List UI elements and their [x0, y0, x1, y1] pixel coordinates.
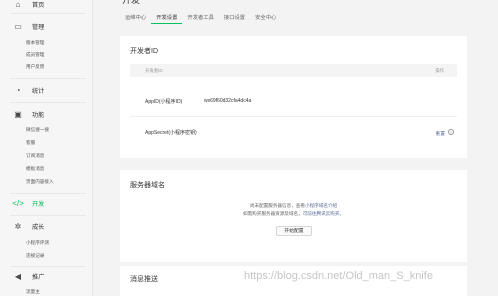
megaphone-icon: ◀ — [14, 271, 22, 281]
nav-growth[interactable]: ✲ 成长 — [0, 219, 93, 233]
nav-features[interactable]: ▣ 功能 — [0, 107, 93, 121]
tab-dev-settings[interactable]: 开发设置 — [151, 10, 183, 24]
nav-promote[interactable]: ◀ 推广 — [0, 269, 93, 283]
tab-security-center[interactable]: 安全中心 — [250, 10, 281, 24]
cube-icon: ▣ — [14, 109, 22, 119]
home-icon: ⌂ — [15, 0, 21, 9]
appid-label: AppID(小程序ID) — [145, 99, 183, 105]
start-config-button[interactable]: 开始配置 — [276, 226, 312, 236]
nav-develop[interactable]: </> 开发 — [0, 196, 93, 210]
nav-item-customer-service[interactable]: 客服 — [26, 140, 35, 146]
nav-manage-label: 管理 — [32, 23, 45, 31]
watermark: https://blog.csdn.net/Old_man_S_knife — [244, 270, 433, 282]
server-purchase-text: 如需购买服务器资源及域名， — [242, 211, 303, 216]
server-domain-title: 服务器域名 — [130, 182, 165, 189]
developer-id-card: 开发者ID 开发者ID 操作 AppID(小程序ID) wx69f60d32cf… — [120, 36, 467, 158]
folder-icon: ▭ — [14, 21, 22, 31]
nav-item-version[interactable]: 版本管理 — [26, 40, 44, 46]
nav-item-members[interactable]: 成员管理 — [26, 52, 44, 58]
main-content: 开发 运维中心 开发设置 开发者工具 接口设置 安全中心 开发者ID 开发者ID… — [94, 0, 498, 296]
nav-item-template-msg[interactable]: 模板消息 — [26, 166, 44, 172]
appsecret-label: AppSecret(小程序密钥) — [145, 130, 197, 136]
tab-bar: 运维中心 开发设置 开发者工具 接口设置 安全中心 — [120, 10, 281, 24]
nav-promote-label: 推广 — [32, 273, 45, 281]
nav-item-evaluation[interactable]: 小程序评测 — [26, 240, 49, 246]
domain-intro-link[interactable]: 小程序域名介绍 — [305, 203, 337, 208]
nav-manage[interactable]: ▭ 管理 — [0, 19, 93, 33]
nav-home[interactable]: ⌂ 首页 — [0, 0, 93, 11]
tab-dev-tools[interactable]: 开发者工具 — [182, 10, 219, 24]
nav-divider — [10, 266, 86, 267]
nav-item-feedback[interactable]: 用户反馈 — [26, 64, 44, 70]
nav-divider — [10, 215, 86, 216]
nav-divider — [10, 78, 86, 79]
table-header: 开发者ID 操作 — [130, 64, 457, 77]
nav-develop-label: 开发 — [32, 200, 45, 208]
message-push-title: 消息推送 — [130, 276, 158, 283]
developer-id-title: 开发者ID — [130, 48, 158, 55]
server-empty-line1: 尚未配置服务器信息，查看小程序域名介绍 — [120, 202, 467, 209]
column-header-action: 操作 — [435, 68, 444, 73]
appid-value: wx69f60d32cfa4dc4a — [204, 98, 252, 104]
nav-home-label: 首页 — [32, 1, 45, 9]
page-title: 开发 — [122, 0, 141, 5]
nav-divider — [10, 13, 86, 14]
nav-features-label: 功能 — [32, 111, 45, 119]
reset-secret-link[interactable]: 重置 — [435, 130, 445, 137]
nav-item-violations[interactable]: 违规记录 — [26, 253, 44, 259]
code-icon: </> — [12, 198, 24, 208]
server-empty-line2: 如需购买服务器资源及域名，可前往腾讯云购买。 — [120, 210, 467, 217]
row-divider — [130, 116, 457, 117]
column-header-id: 开发者ID — [145, 68, 163, 73]
growth-icon: ✲ — [14, 221, 22, 231]
tencent-cloud-link[interactable]: 可前往腾讯云购买。 — [303, 211, 344, 216]
sidebar: ⌂ 首页 ▭ 管理 版本管理 成员管理 用户反馈 ◔ 统计 ▣ 功能 微信搜一搜… — [0, 0, 93, 296]
help-icon[interactable]: ? — [448, 129, 454, 135]
nav-stats[interactable]: ◔ 统计 — [0, 83, 93, 97]
tab-ops-center[interactable]: 运维中心 — [120, 10, 151, 24]
nav-item-page-content[interactable]: 页面内容接入 — [26, 179, 54, 185]
nav-divider — [10, 193, 86, 194]
nav-divider — [10, 102, 86, 103]
nav-item-traffic-owner[interactable]: 流量主 — [26, 289, 40, 295]
chart-icon: ◔ — [15, 85, 21, 95]
tab-api-settings[interactable]: 接口设置 — [219, 10, 250, 24]
nav-stats-label: 统计 — [32, 87, 45, 95]
server-empty-text: 尚未配置服务器信息，查看 — [249, 203, 305, 208]
nav-item-wechat-search[interactable]: 微信搜一搜 — [26, 127, 49, 133]
nav-item-subscribe-msg[interactable]: 订阅消息 — [26, 153, 44, 159]
nav-growth-label: 成长 — [32, 223, 45, 231]
server-domain-card: 服务器域名 尚未配置服务器信息，查看小程序域名介绍 如需购买服务器资源及域名，可… — [120, 170, 467, 262]
